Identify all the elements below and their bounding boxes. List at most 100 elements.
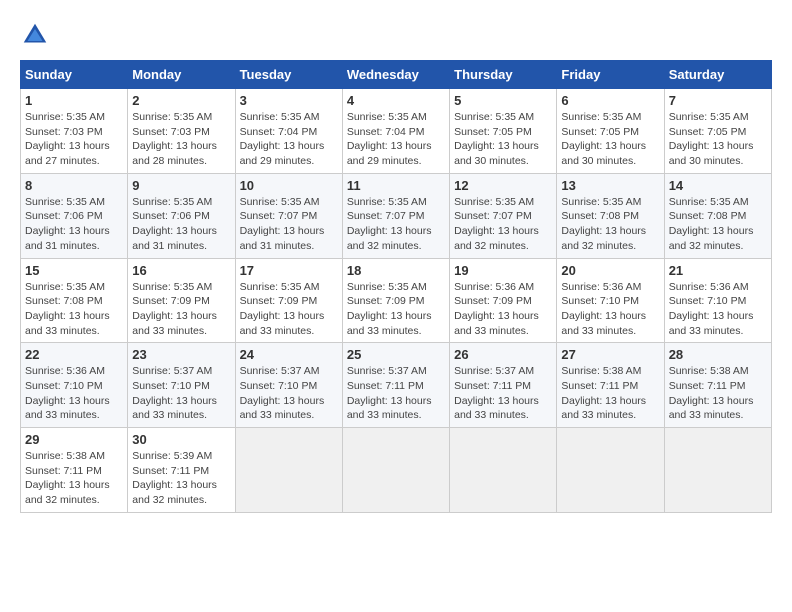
calendar-week-row: 1 Sunrise: 5:35 AMSunset: 7:03 PMDayligh… [21, 89, 772, 174]
day-info: Sunrise: 5:35 AMSunset: 7:08 PMDaylight:… [561, 195, 659, 254]
calendar-day-empty [557, 428, 664, 513]
calendar-day: 11 Sunrise: 5:35 AMSunset: 7:07 PMDaylig… [342, 173, 449, 258]
calendar-day: 30 Sunrise: 5:39 AMSunset: 7:11 PMDaylig… [128, 428, 235, 513]
day-number: 22 [25, 347, 123, 362]
day-number: 4 [347, 93, 445, 108]
day-info: Sunrise: 5:36 AMSunset: 7:10 PMDaylight:… [669, 280, 767, 339]
day-info: Sunrise: 5:36 AMSunset: 7:09 PMDaylight:… [454, 280, 552, 339]
day-info: Sunrise: 5:35 AMSunset: 7:08 PMDaylight:… [669, 195, 767, 254]
day-info: Sunrise: 5:35 AMSunset: 7:05 PMDaylight:… [561, 110, 659, 169]
weekday-header: Friday [557, 61, 664, 89]
day-number: 29 [25, 432, 123, 447]
weekday-header: Tuesday [235, 61, 342, 89]
day-info: Sunrise: 5:35 AMSunset: 7:08 PMDaylight:… [25, 280, 123, 339]
calendar-day: 8 Sunrise: 5:35 AMSunset: 7:06 PMDayligh… [21, 173, 128, 258]
day-info: Sunrise: 5:37 AMSunset: 7:11 PMDaylight:… [454, 364, 552, 423]
calendar-day: 20 Sunrise: 5:36 AMSunset: 7:10 PMDaylig… [557, 258, 664, 343]
weekday-header: Saturday [664, 61, 771, 89]
day-info: Sunrise: 5:35 AMSunset: 7:06 PMDaylight:… [132, 195, 230, 254]
day-number: 16 [132, 263, 230, 278]
day-number: 7 [669, 93, 767, 108]
day-info: Sunrise: 5:35 AMSunset: 7:06 PMDaylight:… [25, 195, 123, 254]
calendar-day: 16 Sunrise: 5:35 AMSunset: 7:09 PMDaylig… [128, 258, 235, 343]
day-info: Sunrise: 5:35 AMSunset: 7:07 PMDaylight:… [454, 195, 552, 254]
day-info: Sunrise: 5:35 AMSunset: 7:03 PMDaylight:… [25, 110, 123, 169]
calendar-day: 19 Sunrise: 5:36 AMSunset: 7:09 PMDaylig… [450, 258, 557, 343]
calendar-day-empty [235, 428, 342, 513]
calendar-day-empty [450, 428, 557, 513]
calendar-table: SundayMondayTuesdayWednesdayThursdayFrid… [20, 60, 772, 513]
calendar-day: 29 Sunrise: 5:38 AMSunset: 7:11 PMDaylig… [21, 428, 128, 513]
day-number: 11 [347, 178, 445, 193]
calendar-day: 12 Sunrise: 5:35 AMSunset: 7:07 PMDaylig… [450, 173, 557, 258]
day-number: 27 [561, 347, 659, 362]
day-info: Sunrise: 5:39 AMSunset: 7:11 PMDaylight:… [132, 449, 230, 508]
calendar-day: 5 Sunrise: 5:35 AMSunset: 7:05 PMDayligh… [450, 89, 557, 174]
day-number: 18 [347, 263, 445, 278]
page-header [20, 20, 772, 50]
day-number: 19 [454, 263, 552, 278]
day-info: Sunrise: 5:35 AMSunset: 7:05 PMDaylight:… [669, 110, 767, 169]
day-number: 17 [240, 263, 338, 278]
calendar-day-empty [664, 428, 771, 513]
day-number: 3 [240, 93, 338, 108]
calendar-day: 23 Sunrise: 5:37 AMSunset: 7:10 PMDaylig… [128, 343, 235, 428]
day-number: 24 [240, 347, 338, 362]
day-info: Sunrise: 5:38 AMSunset: 7:11 PMDaylight:… [25, 449, 123, 508]
calendar-day: 15 Sunrise: 5:35 AMSunset: 7:08 PMDaylig… [21, 258, 128, 343]
day-info: Sunrise: 5:36 AMSunset: 7:10 PMDaylight:… [25, 364, 123, 423]
calendar-day: 6 Sunrise: 5:35 AMSunset: 7:05 PMDayligh… [557, 89, 664, 174]
day-info: Sunrise: 5:35 AMSunset: 7:09 PMDaylight:… [240, 280, 338, 339]
calendar-day: 24 Sunrise: 5:37 AMSunset: 7:10 PMDaylig… [235, 343, 342, 428]
calendar-day: 26 Sunrise: 5:37 AMSunset: 7:11 PMDaylig… [450, 343, 557, 428]
calendar-day: 1 Sunrise: 5:35 AMSunset: 7:03 PMDayligh… [21, 89, 128, 174]
day-info: Sunrise: 5:35 AMSunset: 7:03 PMDaylight:… [132, 110, 230, 169]
day-number: 13 [561, 178, 659, 193]
calendar-day: 2 Sunrise: 5:35 AMSunset: 7:03 PMDayligh… [128, 89, 235, 174]
day-info: Sunrise: 5:38 AMSunset: 7:11 PMDaylight:… [561, 364, 659, 423]
calendar-day: 10 Sunrise: 5:35 AMSunset: 7:07 PMDaylig… [235, 173, 342, 258]
calendar-day: 14 Sunrise: 5:35 AMSunset: 7:08 PMDaylig… [664, 173, 771, 258]
logo [20, 20, 56, 50]
calendar-day: 25 Sunrise: 5:37 AMSunset: 7:11 PMDaylig… [342, 343, 449, 428]
day-info: Sunrise: 5:37 AMSunset: 7:11 PMDaylight:… [347, 364, 445, 423]
day-number: 12 [454, 178, 552, 193]
day-number: 26 [454, 347, 552, 362]
calendar-day: 7 Sunrise: 5:35 AMSunset: 7:05 PMDayligh… [664, 89, 771, 174]
day-info: Sunrise: 5:37 AMSunset: 7:10 PMDaylight:… [240, 364, 338, 423]
day-number: 20 [561, 263, 659, 278]
day-number: 6 [561, 93, 659, 108]
calendar-week-row: 15 Sunrise: 5:35 AMSunset: 7:08 PMDaylig… [21, 258, 772, 343]
weekday-header: Thursday [450, 61, 557, 89]
day-number: 28 [669, 347, 767, 362]
day-info: Sunrise: 5:37 AMSunset: 7:10 PMDaylight:… [132, 364, 230, 423]
calendar-day: 9 Sunrise: 5:35 AMSunset: 7:06 PMDayligh… [128, 173, 235, 258]
day-number: 5 [454, 93, 552, 108]
weekday-header: Sunday [21, 61, 128, 89]
day-info: Sunrise: 5:36 AMSunset: 7:10 PMDaylight:… [561, 280, 659, 339]
day-number: 25 [347, 347, 445, 362]
calendar-week-row: 8 Sunrise: 5:35 AMSunset: 7:06 PMDayligh… [21, 173, 772, 258]
day-info: Sunrise: 5:35 AMSunset: 7:04 PMDaylight:… [240, 110, 338, 169]
day-number: 21 [669, 263, 767, 278]
day-number: 10 [240, 178, 338, 193]
calendar-day: 4 Sunrise: 5:35 AMSunset: 7:04 PMDayligh… [342, 89, 449, 174]
day-number: 9 [132, 178, 230, 193]
weekday-header-row: SundayMondayTuesdayWednesdayThursdayFrid… [21, 61, 772, 89]
calendar-day: 28 Sunrise: 5:38 AMSunset: 7:11 PMDaylig… [664, 343, 771, 428]
day-info: Sunrise: 5:35 AMSunset: 7:09 PMDaylight:… [347, 280, 445, 339]
day-number: 30 [132, 432, 230, 447]
weekday-header: Monday [128, 61, 235, 89]
calendar-week-row: 22 Sunrise: 5:36 AMSunset: 7:10 PMDaylig… [21, 343, 772, 428]
weekday-header: Wednesday [342, 61, 449, 89]
day-number: 14 [669, 178, 767, 193]
day-info: Sunrise: 5:35 AMSunset: 7:07 PMDaylight:… [240, 195, 338, 254]
day-number: 2 [132, 93, 230, 108]
day-info: Sunrise: 5:35 AMSunset: 7:09 PMDaylight:… [132, 280, 230, 339]
day-info: Sunrise: 5:35 AMSunset: 7:04 PMDaylight:… [347, 110, 445, 169]
day-number: 1 [25, 93, 123, 108]
calendar-week-row: 29 Sunrise: 5:38 AMSunset: 7:11 PMDaylig… [21, 428, 772, 513]
calendar-day: 18 Sunrise: 5:35 AMSunset: 7:09 PMDaylig… [342, 258, 449, 343]
calendar-day: 3 Sunrise: 5:35 AMSunset: 7:04 PMDayligh… [235, 89, 342, 174]
calendar-day: 27 Sunrise: 5:38 AMSunset: 7:11 PMDaylig… [557, 343, 664, 428]
